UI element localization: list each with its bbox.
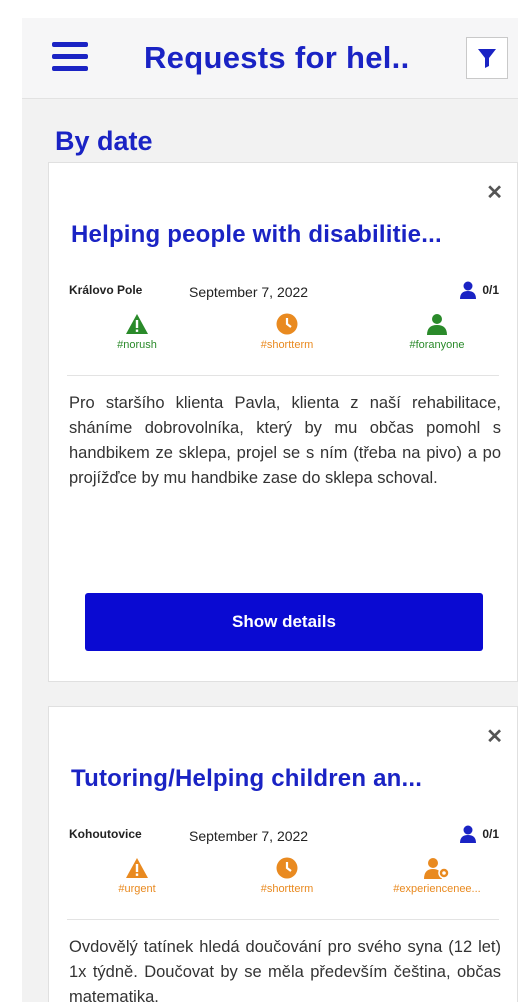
show-details-button[interactable]: Show details <box>85 593 483 651</box>
person-icon <box>460 825 477 843</box>
tag-label: #shortterm <box>260 339 314 351</box>
tag-experienceneeded: #experiencenee... <box>367 857 507 895</box>
request-description: Pro staršího klienta Pavla, klienta z na… <box>69 394 501 487</box>
warning-icon <box>126 858 148 878</box>
request-card: ✕ Helping people with disabilitie... Krá… <box>48 162 518 682</box>
tag-shortterm: #shortterm <box>217 857 357 895</box>
request-description: Ovdovělý tatínek hledá doučování pro své… <box>69 938 501 1002</box>
tag-label: #norush <box>117 339 157 351</box>
location-label: Kohoutovice <box>69 827 142 841</box>
clock-icon <box>276 857 298 879</box>
top-app-bar: Requests for hel.. <box>22 18 518 99</box>
card-meta: Kohoutovice September 7, 2022 0/1 <box>69 825 509 845</box>
section-title: By date <box>55 126 153 156</box>
capacity-indicator: 0/1 <box>460 281 499 299</box>
close-icon[interactable]: ✕ <box>486 727 503 747</box>
divider <box>67 919 499 920</box>
card-title: Tutoring/Helping children an... <box>71 765 423 792</box>
app-screen: Requests for hel.. By date ✕ Helping peo… <box>22 18 518 1002</box>
page-title: Requests for hel.. <box>144 40 410 75</box>
date-label: September 7, 2022 <box>189 284 309 300</box>
capacity-count: 0/1 <box>482 283 499 297</box>
request-card: ✕ Tutoring/Helping children an... Kohout… <box>48 706 518 1002</box>
tag-foranyone: #foranyone <box>367 313 507 351</box>
location-label: Královo Pole <box>69 283 143 297</box>
filter-button[interactable] <box>466 37 508 79</box>
tag-urgent: #urgent <box>67 857 207 895</box>
tag-label: #foranyone <box>409 339 465 351</box>
card-meta: Královo Pole September 7, 2022 0/1 <box>69 281 509 301</box>
tag-norush: #norush <box>67 313 207 351</box>
capacity-indicator: 0/1 <box>460 825 499 843</box>
divider <box>67 375 499 376</box>
tag-label: #shortterm <box>260 883 314 895</box>
tag-label: #urgent <box>118 883 156 895</box>
close-icon[interactable]: ✕ <box>486 183 503 203</box>
card-title: Helping people with disabilitie... <box>71 221 442 248</box>
tag-row: #norush #shortterm #foranyone <box>67 313 507 363</box>
hamburger-menu-icon[interactable] <box>52 42 88 71</box>
warning-icon <box>126 314 148 334</box>
person-icon <box>460 281 477 299</box>
person-skill-icon <box>424 858 450 879</box>
tag-shortterm: #shortterm <box>217 313 357 351</box>
tag-label: #experiencenee... <box>393 883 481 895</box>
date-label: September 7, 2022 <box>189 828 309 844</box>
clock-icon <box>276 313 298 335</box>
filter-icon <box>478 49 496 68</box>
tag-row: #urgent #shortterm #experiencenee... <box>67 857 507 907</box>
person-icon <box>427 314 447 335</box>
capacity-count: 0/1 <box>482 827 499 841</box>
